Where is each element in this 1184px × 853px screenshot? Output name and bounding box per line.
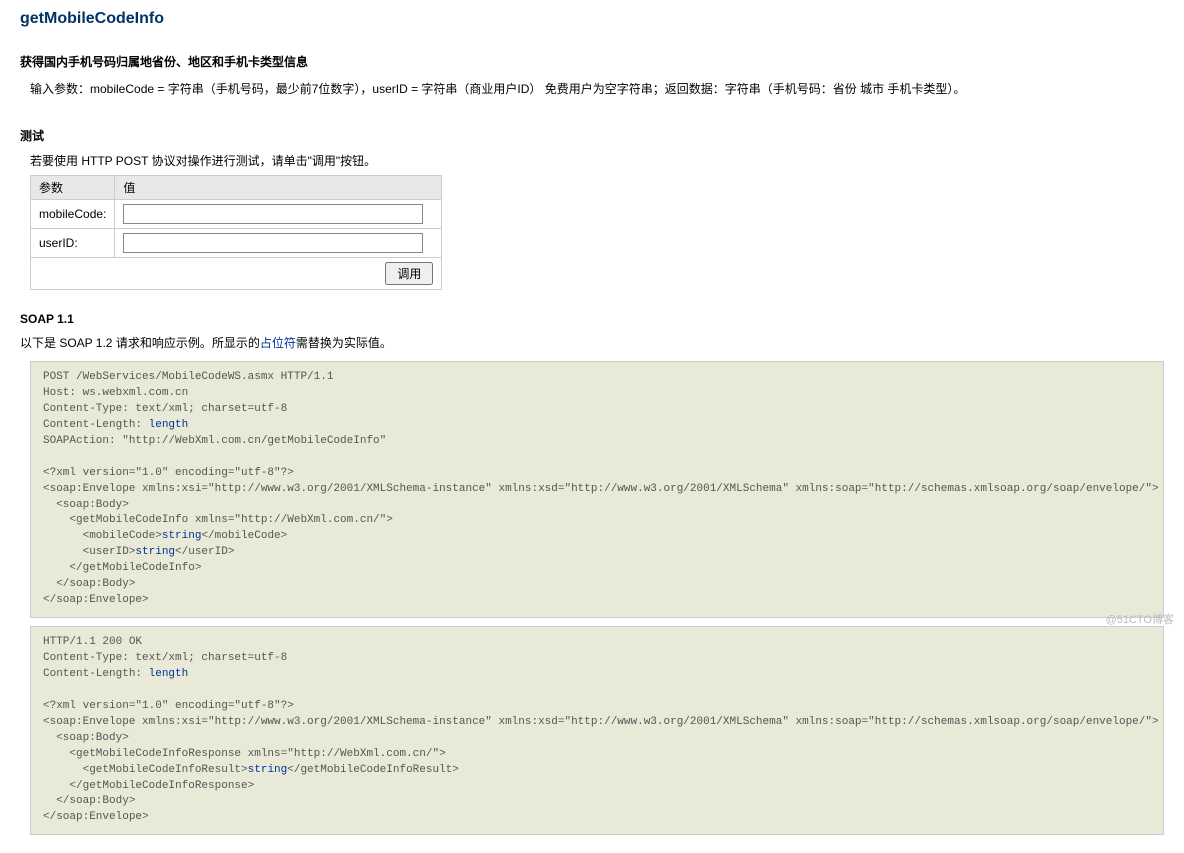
soap-desc-prefix: 以下是 SOAP 1.2 请求和响应示例。所显示的 [20, 336, 260, 350]
soap-description: 以下是 SOAP 1.2 请求和响应示例。所显示的占位符需替换为实际值。 [20, 334, 1164, 351]
string-value: string [135, 546, 175, 558]
invoke-button[interactable] [385, 262, 433, 285]
soap-desc-suffix: 需替换为实际值。 [296, 336, 392, 350]
test-instruction: 若要使用 HTTP POST 协议对操作进行测试，请单击"调用"按钮。 [30, 152, 1164, 169]
table-row [31, 258, 442, 290]
length-value: length [149, 419, 189, 431]
section-subtitle: 获得国内手机号码归属地省份、地区和手机卡类型信息 [20, 53, 1164, 70]
col-header-value: 值 [115, 176, 442, 200]
soap-response-box: HTTP/1.1 200 OK Content-Type: text/xml; … [30, 626, 1164, 835]
params-table: 参数 值 mobileCode: userID: [30, 175, 442, 290]
soap-request-box: POST /WebServices/MobileCodeWS.asmx HTTP… [30, 361, 1164, 618]
test-heading: 测试 [20, 127, 1164, 144]
string-value: string [162, 530, 202, 542]
userid-input[interactable] [123, 233, 423, 253]
soap-heading: SOAP 1.1 [20, 312, 1164, 326]
table-row: mobileCode: [31, 200, 442, 229]
placeholder-word: 占位符 [260, 336, 296, 350]
param-label-mobilecode: mobileCode: [31, 200, 115, 229]
param-label-userid: userID: [31, 229, 115, 258]
string-value: string [248, 764, 288, 776]
table-row: userID: [31, 229, 442, 258]
table-header-row: 参数 值 [31, 176, 442, 200]
param-description: 输入参数：mobileCode = 字符串（手机号码，最少前7位数字），user… [30, 80, 1164, 97]
page-title: getMobileCodeInfo [20, 10, 1164, 28]
col-header-param: 参数 [31, 176, 115, 200]
length-value: length [149, 668, 189, 680]
mobilecode-input[interactable] [123, 204, 423, 224]
